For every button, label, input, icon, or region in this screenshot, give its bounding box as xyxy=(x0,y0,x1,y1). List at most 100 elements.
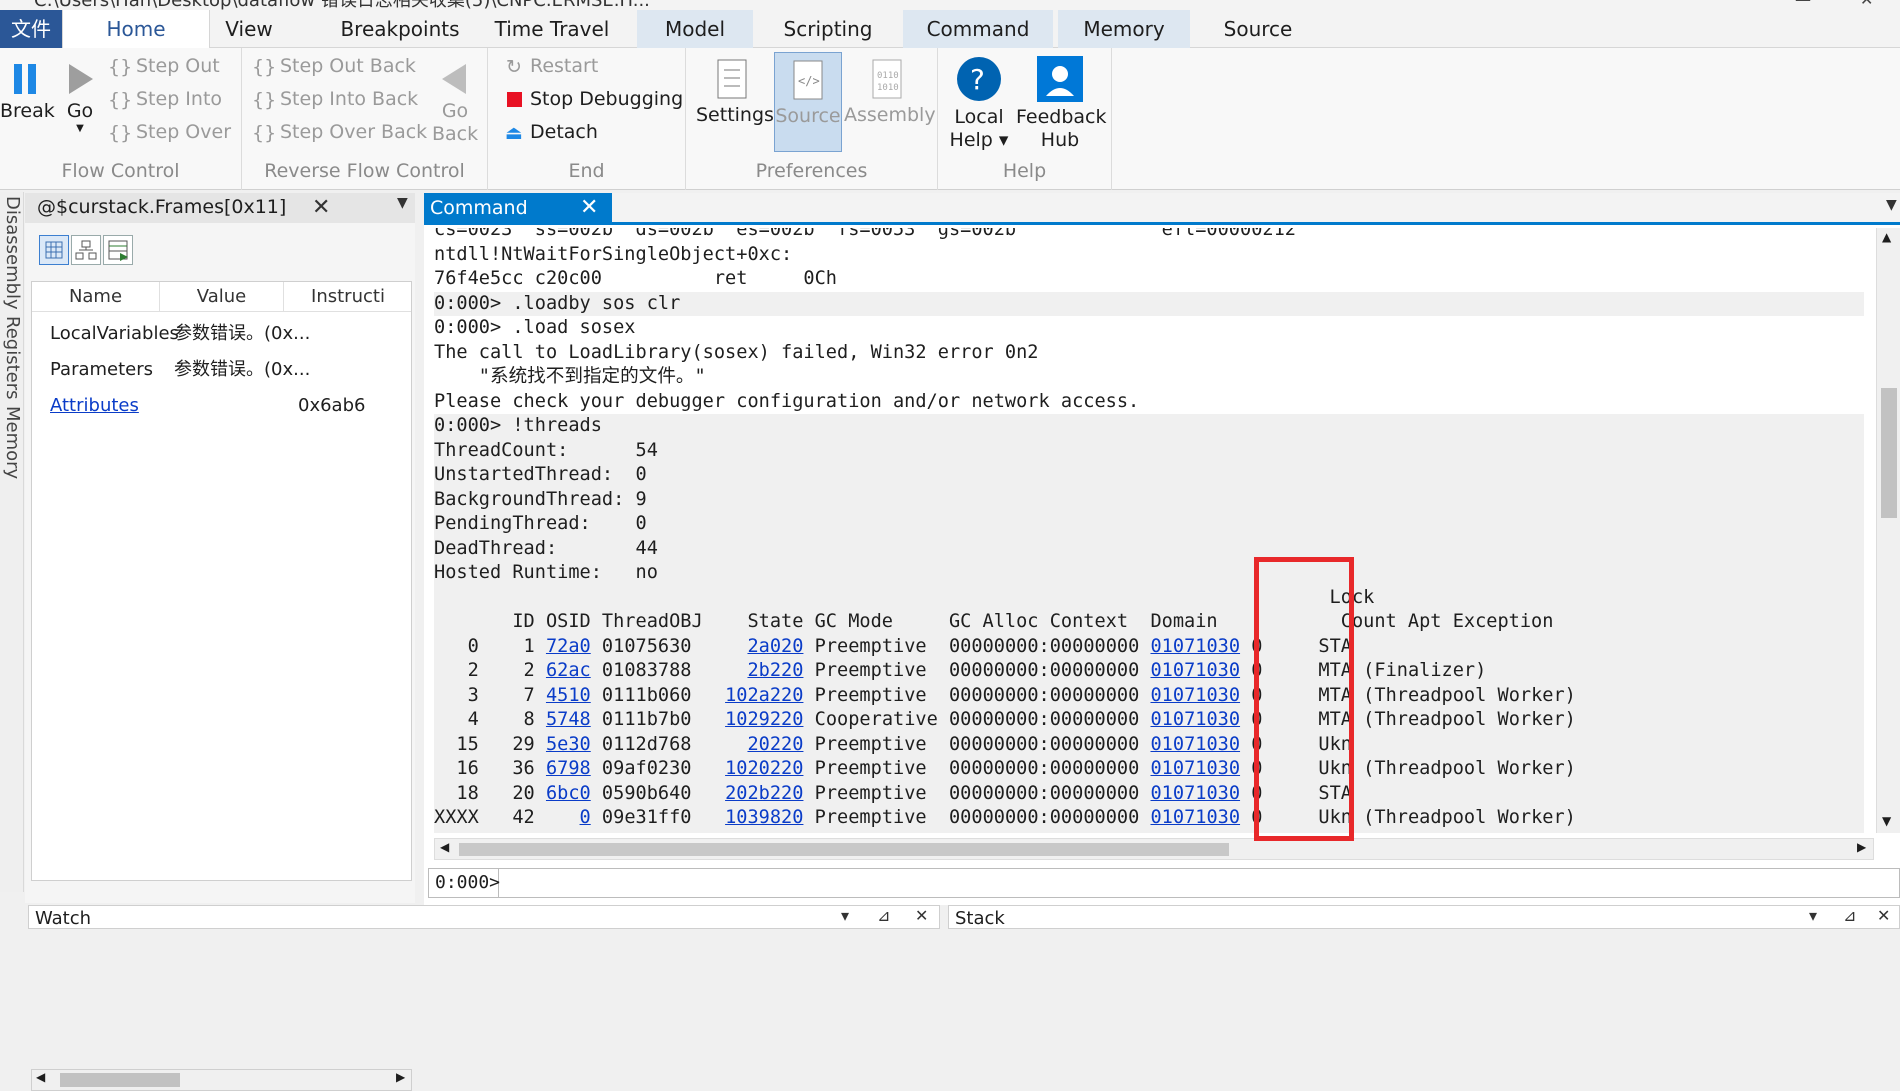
scroll-left-icon[interactable]: ◀ xyxy=(36,1070,45,1084)
output-link[interactable]: 1020220 xyxy=(725,758,803,779)
feedback-hub-button[interactable]: Feedback Hub xyxy=(1016,56,1106,152)
locals-horizontal-scrollbar[interactable]: ◀ ▶ xyxy=(31,1069,412,1091)
output-link[interactable]: 01071030 xyxy=(1150,807,1240,828)
output-link[interactable]: 01071030 xyxy=(1150,636,1240,657)
output-link[interactable]: 1029220 xyxy=(725,709,803,730)
output-link[interactable]: 1039820 xyxy=(725,807,803,828)
output-link[interactable]: 6bc0 xyxy=(546,783,591,804)
watch-panel[interactable]: Watch ▾ ⊿ ✕ xyxy=(28,905,940,929)
output-link[interactable]: 62ac xyxy=(546,660,591,681)
assembly-mode-button[interactable]: 0110 1010 Assembly xyxy=(844,58,936,127)
tab-time-travel[interactable]: Time Travel xyxy=(480,10,624,48)
scroll-down-icon[interactable]: ▼ xyxy=(1882,814,1891,828)
stop-debugging-button[interactable]: Stop Debugging xyxy=(502,84,683,114)
output-link[interactable]: 202b220 xyxy=(725,783,803,804)
rail-disassembly[interactable]: Disassembly xyxy=(2,196,23,310)
source-mode-button[interactable]: </> Source xyxy=(774,52,842,152)
tab-view[interactable]: View xyxy=(210,10,288,48)
step-over-button[interactable]: {} Step Over xyxy=(108,117,231,147)
table-row[interactable]: Attributes 0x6ab6 xyxy=(32,388,411,424)
close-icon[interactable]: ✕ xyxy=(915,906,928,925)
output-link[interactable]: 01071030 xyxy=(1150,734,1240,755)
output-link[interactable]: 01071030 xyxy=(1150,660,1240,681)
stack-panel[interactable]: Stack ▾ ⊿ ✕ xyxy=(948,905,1900,929)
output-link[interactable]: 72a0 xyxy=(546,636,591,657)
output-link[interactable]: 0 xyxy=(580,807,591,828)
tab-command[interactable]: Command xyxy=(903,10,1053,48)
close-icon[interactable]: ✕ xyxy=(312,195,330,220)
column-header-value[interactable]: Value xyxy=(160,282,284,312)
output-link[interactable]: 01071030 xyxy=(1150,685,1240,706)
scroll-thumb[interactable] xyxy=(60,1073,180,1087)
rail-memory[interactable]: Memory xyxy=(2,406,23,479)
settings-button[interactable]: Settings xyxy=(696,58,774,127)
table-view-icon[interactable] xyxy=(103,235,133,265)
tab-scripting[interactable]: Scripting xyxy=(763,10,893,48)
output-link[interactable]: 6798 xyxy=(546,758,591,779)
scroll-left-icon[interactable]: ◀ xyxy=(440,840,449,854)
pin-icon[interactable]: ⊿ xyxy=(877,906,890,925)
output-link[interactable]: 5748 xyxy=(546,709,591,730)
output-link[interactable]: 0 xyxy=(580,832,591,834)
output-link[interactable]: 2a020 xyxy=(747,636,803,657)
local-help-button[interactable]: ? Local Help ▾ xyxy=(948,56,1010,152)
command-vertical-scrollbar[interactable]: ▲ ▼ xyxy=(1876,228,1900,833)
output-link[interactable]: 01071030 xyxy=(1150,783,1240,804)
scroll-thumb[interactable] xyxy=(1881,388,1897,518)
scroll-right-icon[interactable]: ▶ xyxy=(396,1070,405,1084)
close-window-icon[interactable]: ✕ xyxy=(1860,0,1873,9)
break-button[interactable]: Break xyxy=(0,60,55,123)
panel-menu-icon[interactable]: ▼ xyxy=(1886,197,1897,213)
go-back-button[interactable]: Go Back xyxy=(432,60,478,146)
panel-menu-icon[interactable]: ▼ xyxy=(397,195,408,211)
rail-registers[interactable]: Registers xyxy=(2,316,23,400)
panel-menu-icon[interactable]: ▾ xyxy=(841,906,849,925)
step-out-back-button[interactable]: {} Step Out Back xyxy=(252,51,416,81)
output-link[interactable]: 4510 xyxy=(546,685,591,706)
output-link[interactable]: 5e30 xyxy=(546,734,591,755)
command-panel: Command ✕ ▼ cs=0023 ss=002b ds=002b es=0… xyxy=(424,193,1900,905)
tab-memory[interactable]: Memory xyxy=(1058,10,1190,48)
tab-breakpoints[interactable]: Breakpoints xyxy=(310,10,490,48)
close-icon[interactable]: ✕ xyxy=(580,193,598,223)
output-link[interactable]: 01071030 xyxy=(1150,832,1240,834)
output-link[interactable]: 20220 xyxy=(747,734,803,755)
step-out-button[interactable]: {} Step Out xyxy=(108,51,220,81)
output-link[interactable]: 1039820 xyxy=(725,832,803,834)
output-link[interactable]: 102a220 xyxy=(725,685,803,706)
tab-source[interactable]: Source xyxy=(1200,10,1316,48)
output-line: 15 29 5e30 0112d768 20220 Preemptive 000… xyxy=(434,732,1864,757)
tab-file[interactable]: 文件 xyxy=(0,10,62,48)
output-link[interactable]: 2b220 xyxy=(747,660,803,681)
column-header-instructions[interactable]: Instructi xyxy=(284,282,411,312)
restart-button[interactable]: ↻ Restart xyxy=(502,51,598,81)
command-output[interactable]: cs=0023 ss=002b ds=002b es=002b fs=0053 … xyxy=(434,228,1864,833)
step-into-button[interactable]: {} Step Into xyxy=(108,84,222,114)
command-input[interactable] xyxy=(501,871,1891,895)
column-header-name[interactable]: Name xyxy=(32,282,160,312)
output-link[interactable]: 01071030 xyxy=(1150,709,1240,730)
grid-view-icon[interactable] xyxy=(39,235,69,265)
panel-menu-icon[interactable]: ▾ xyxy=(1809,906,1817,925)
tab-home[interactable]: Home xyxy=(62,10,210,49)
detach-button[interactable]: ⏏ Detach xyxy=(502,117,598,147)
scroll-right-icon[interactable]: ▶ xyxy=(1857,840,1866,854)
step-over-back-button[interactable]: {} Step Over Back xyxy=(252,117,427,147)
row-name-link[interactable]: Attributes xyxy=(50,388,139,424)
step-out-label: Step Out xyxy=(136,55,220,77)
scroll-up-icon[interactable]: ▲ xyxy=(1882,230,1891,244)
tab-model[interactable]: Model xyxy=(637,10,753,48)
table-row[interactable]: Parameters 参数错误。(0x... xyxy=(32,352,411,388)
minimize-icon[interactable]: — xyxy=(1795,0,1811,9)
tab-command-window[interactable]: Command ✕ xyxy=(424,193,612,225)
step-into-back-button[interactable]: {} Step Into Back xyxy=(252,84,418,114)
output-link[interactable]: 01071030 xyxy=(1150,758,1240,779)
scroll-thumb[interactable] xyxy=(459,843,1229,856)
command-horizontal-scrollbar[interactable]: ◀ ▶ xyxy=(434,838,1874,860)
hierarchy-view-icon[interactable] xyxy=(71,235,101,265)
svg-text:?: ? xyxy=(970,63,985,96)
pin-icon[interactable]: ⊿ xyxy=(1843,906,1856,925)
go-button[interactable]: Go ▼ xyxy=(60,60,100,135)
table-row[interactable]: LocalVariables 参数错误。(0x... xyxy=(32,316,411,352)
close-icon[interactable]: ✕ xyxy=(1877,906,1890,925)
